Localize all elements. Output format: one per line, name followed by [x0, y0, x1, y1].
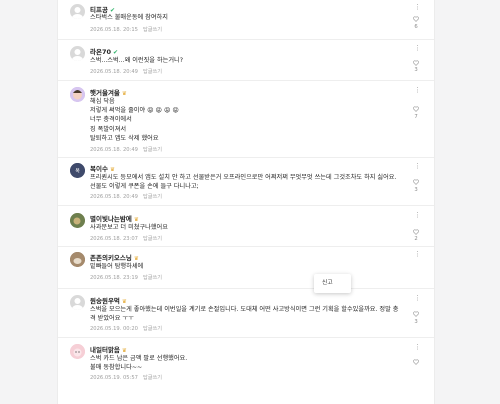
like-count: 2 [414, 236, 418, 242]
verified-check-icon: ✔ [113, 49, 119, 56]
comment-date: 2026.05.19. 05:57 [90, 375, 138, 381]
comment-date: 2026.05.18. 20:15 [90, 27, 138, 33]
reply-button[interactable]: 답글쓰기 [143, 375, 162, 381]
comment-author[interactable]: 존존의키오스닝 ♛ [90, 252, 139, 262]
reply-button[interactable]: 답글쓰기 [143, 194, 162, 200]
comment-author[interactable]: 햇거울겨울 ♛ [90, 87, 127, 97]
heart-icon[interactable] [413, 106, 419, 112]
comment-list: 티프공 ✔ 스타벅스 불매운동에 참여하지 2026.05.18. 20:15 답글… [57, 0, 435, 404]
comment-date: 2026.05.18. 20:49 [90, 194, 138, 200]
comment-date: 2026.05.18. 20:49 [90, 147, 138, 153]
comment-meta: 2026.05.18. 20:49 답글쓰기 [90, 193, 162, 200]
comment-author[interactable]: 내일터맑음 ♛ [90, 344, 127, 354]
comment-item: 존존의키오스닝 ♛ 밑빠들어 탐행하셰에 2026.05.18. 23:19 답글쓰… [58, 247, 434, 289]
avatar[interactable] [70, 213, 85, 228]
report-menu-item[interactable]: 신고 [314, 274, 351, 293]
comment-text: 사과문보고 더 미쳤구나했어요 [90, 224, 168, 231]
comment-meta: 2026.05.18. 20:49 답글쓰기 [90, 68, 162, 75]
comment-date: 2026.05.19. 00:20 [90, 326, 138, 332]
reply-button[interactable]: 답글쓰기 [143, 275, 162, 281]
svg-text:복: 복 [75, 169, 80, 175]
more-vertical-icon[interactable]: ⋮ [414, 45, 421, 52]
comment-meta: 2026.05.19. 05:57 답글쓰기 [90, 374, 162, 381]
comment-author[interactable]: 라온70 ✔ [90, 46, 118, 56]
heart-icon[interactable] [413, 311, 419, 317]
more-vertical-icon[interactable]: ⋮ [414, 87, 421, 94]
comment-meta: 2026.05.18. 20:15 답글쓰기 [90, 26, 162, 33]
comment-item: 내일터맑음 ♛ 스벅 카드 남은 금액 팔로 선행했어요. 불매 동참합니다~~ … [58, 338, 434, 386]
comment-meta: 2026.05.18. 23:19 답글쓰기 [90, 274, 162, 281]
comment-text: 밑빠들어 탐행하셰에 [90, 263, 144, 270]
more-vertical-icon[interactable]: ⋮ [414, 251, 421, 258]
more-vertical-icon[interactable]: ⋮ [414, 295, 421, 302]
avatar[interactable] [70, 4, 85, 19]
avatar[interactable] [70, 252, 85, 267]
heart-icon[interactable] [413, 359, 419, 365]
comment-text: 프리퀀시도 등모에서 앱도 설치 안 하고 선물받은거 오프라인으로만 어쩌저쩌… [90, 174, 397, 191]
like-count: 3 [414, 67, 418, 73]
like-count: 3 [414, 187, 418, 193]
heart-icon[interactable] [413, 60, 419, 66]
comment-meta: 2026.05.19. 00:20 답글쓰기 [90, 325, 162, 332]
more-vertical-icon[interactable]: ⋮ [414, 212, 421, 219]
like-count: 6 [414, 24, 418, 30]
reply-button[interactable]: 답글쓰기 [143, 27, 162, 33]
more-vertical-icon[interactable]: ⋮ [414, 4, 421, 11]
comment-meta: 2026.05.18. 20:49 답글쓰기 [90, 146, 162, 153]
comment-text: 스벅을 모으는게 좋아했는데 이번일을 계기로 손절입니다. 도대체 어떤 사고… [90, 306, 399, 323]
more-vertical-icon[interactable]: ⋮ [414, 163, 421, 170]
reply-button[interactable]: 답글쓰기 [143, 69, 162, 75]
comment-date: 2026.05.18. 20:49 [90, 69, 138, 75]
comment-author[interactable]: 복이수 ♛ [90, 163, 115, 173]
reply-button[interactable]: 답글쓰기 [143, 147, 162, 153]
reply-button[interactable]: 답글쓰기 [143, 326, 162, 332]
like-count: 7 [414, 114, 418, 120]
comment-item: 원숭원우먹 ♛ 스벅을 모으는게 좋아했는데 이번일을 계기로 손절입니다. 도대… [58, 289, 434, 338]
heart-icon[interactable] [413, 16, 419, 22]
comment-text: 스벅 카드 남은 금액 팔로 선행했어요. 불매 동참합니다~~ [90, 355, 188, 372]
avatar[interactable]: 복 [70, 163, 85, 178]
comment-item: 별이빛나는밤에 ♛ 사과문보고 더 미쳤구나했어요 2026.05.18. 23:… [58, 206, 434, 247]
heart-icon[interactable] [413, 179, 419, 185]
reply-button[interactable]: 답글쓰기 [143, 236, 162, 242]
comment-meta: 2026.05.18. 23:07 답글쓰기 [90, 235, 162, 242]
like-count: 3 [414, 319, 418, 325]
comment-item: 티프공 ✔ 스타벅스 불매운동에 참여하지 2026.05.18. 20:15 답글… [58, 0, 434, 40]
comment-item: 복 복이수 ♛ 프리퀀시도 등모에서 앱도 설치 안 하고 선물받은거 오프라인으… [58, 158, 434, 206]
avatar[interactable] [70, 87, 85, 102]
comment-author[interactable]: 원숭원우먹 ♛ [90, 295, 127, 305]
comment-date: 2026.05.18. 23:19 [90, 275, 138, 281]
comment-text: 스타벅스 불매운동에 참여하지 [90, 14, 168, 21]
more-vertical-icon[interactable]: ⋮ [414, 344, 421, 351]
comment-date: 2026.05.18. 23:07 [90, 236, 138, 242]
comment-item: 라온70 ✔ 스벅...스벅...왜 이런짓을 하는거니? 2026.05.18.… [58, 40, 434, 81]
comment-text: 해심 닥음 저렇게 써먹을 줄이야 😡 😡 😡 😡 너무 충격이에서 징 폭발이… [90, 98, 179, 142]
comment-item: 햇거울겨울 ♛ 해심 닥음 저렇게 써먹을 줄이야 😡 😡 😡 😡 너무 충격이에… [58, 81, 434, 158]
comment-author[interactable]: 별이빛나는밤에 ♛ [90, 213, 139, 223]
avatar[interactable] [70, 295, 85, 310]
avatar[interactable] [70, 46, 85, 61]
comment-text: 스벅...스벅...왜 이런짓을 하는거니? [90, 57, 184, 64]
avatar[interactable] [70, 344, 85, 359]
heart-icon[interactable] [413, 229, 419, 235]
